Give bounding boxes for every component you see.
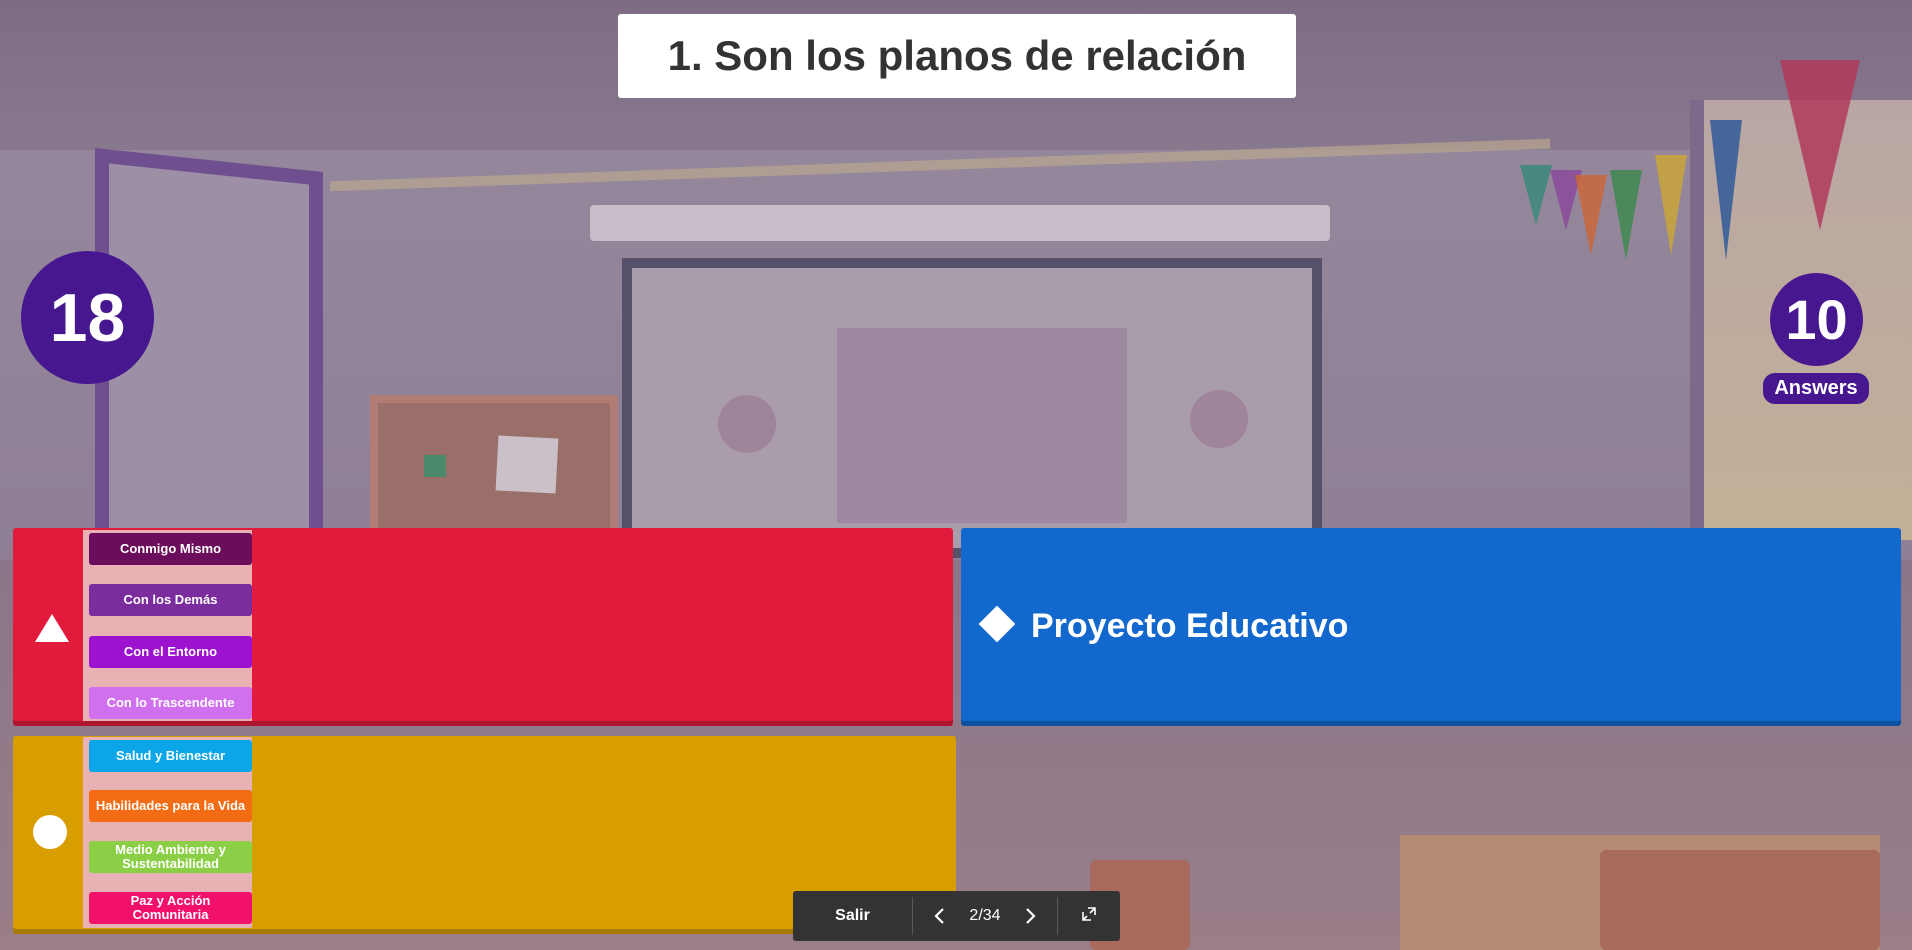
countdown-timer: 18: [21, 251, 154, 384]
presentation-controls: Salir 2/34: [793, 891, 1120, 941]
page-indicator: 2/34: [969, 907, 1001, 924]
image-label: Conmigo Mismo: [89, 533, 252, 565]
answer-image-yellow: Salud y Bienestar Habilidades para la Vi…: [83, 737, 252, 928]
triangle-icon: [35, 614, 69, 642]
chevron-left-icon[interactable]: [929, 905, 951, 927]
image-label: Salud y Bienestar: [89, 740, 252, 772]
image-label: Con lo Trascendente: [89, 687, 252, 719]
question-title: 1. Son los planos de relación: [618, 14, 1296, 98]
image-label: Medio Ambiente y Sustentabilidad: [89, 841, 252, 873]
circle-icon: [33, 815, 67, 849]
answer-text-blue: Proyecto Educativo: [1031, 606, 1349, 645]
answers-count: 10: [1770, 273, 1863, 366]
fullscreen-icon: [1082, 906, 1096, 926]
fullscreen-button[interactable]: [1058, 891, 1120, 941]
image-label: Habilidades para la Vida: [89, 790, 252, 822]
answers-label: Answers: [1763, 373, 1869, 404]
image-label: Con el Entorno: [89, 636, 252, 668]
image-label: Con los Demás: [89, 584, 252, 616]
slide-navigation: 2/34: [913, 891, 1057, 941]
exit-button[interactable]: Salir: [793, 891, 912, 941]
answer-image-red: Conmigo Mismo Con los Demás Con el Entor…: [83, 530, 252, 721]
chevron-right-icon[interactable]: [1019, 905, 1041, 927]
image-label: Paz y Acción Comunitaria: [89, 892, 252, 924]
